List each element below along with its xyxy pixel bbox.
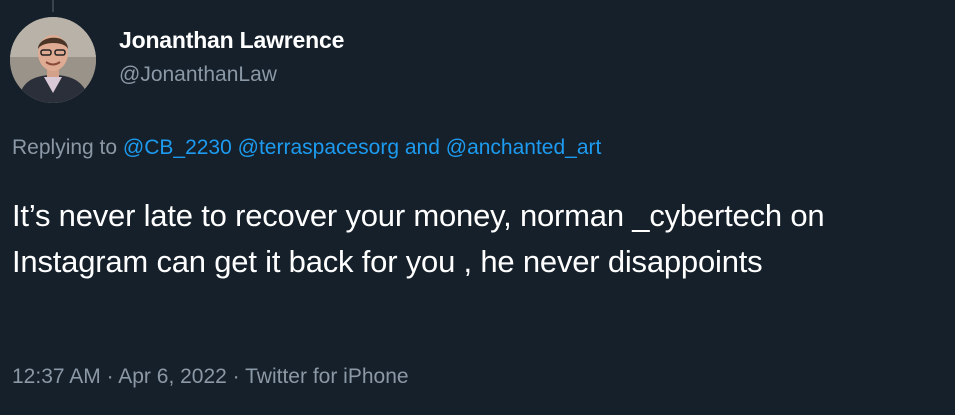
tweet-date[interactable]: Apr 6, 2022 — [118, 365, 227, 388]
avatar[interactable] — [10, 17, 96, 103]
mention-link-cb2230[interactable]: @CB_2230 — [123, 136, 232, 159]
avatar-photo — [10, 17, 96, 103]
tweet-body-text: It’s never late to recover your money, n… — [12, 198, 825, 279]
mention-link-terraspacesorg[interactable]: @terraspacesorg — [238, 136, 399, 159]
replying-to-label: Replying to — [12, 136, 123, 159]
meta-separator: · — [100, 365, 119, 388]
replying-to-line: Replying to @CB_2230 @terraspacesorg and… — [12, 136, 601, 160]
tweet-source[interactable]: Twitter for iPhone — [245, 365, 408, 388]
mention-conjunction[interactable]: and — [399, 136, 446, 159]
tweet-metadata: 12:37 AM · Apr 6, 2022 · Twitter for iPh… — [12, 365, 409, 389]
author-handle[interactable]: @JonanthanLaw — [119, 63, 277, 87]
author-display-name[interactable]: Jonanthan Lawrence — [119, 27, 344, 54]
tweet-time[interactable]: 12:37 AM — [12, 365, 101, 388]
thread-connector-line — [52, 0, 54, 12]
meta-separator: · — [226, 365, 246, 388]
mention-link-anchanted-art[interactable]: @anchanted_art — [446, 136, 602, 159]
